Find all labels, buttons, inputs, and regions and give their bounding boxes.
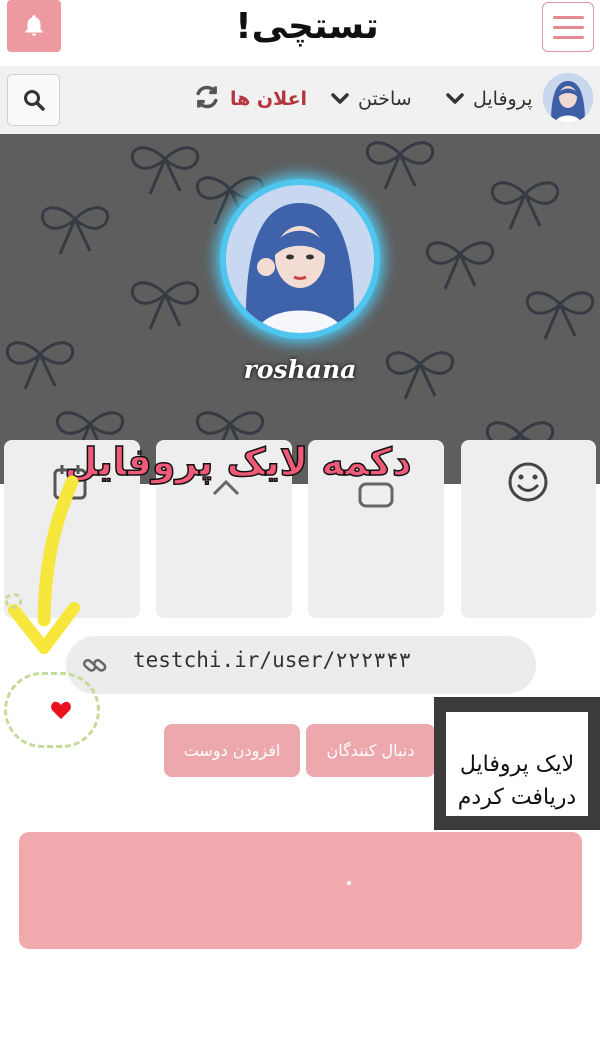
stat-card[interactable] bbox=[461, 440, 596, 618]
received-like-text: لایک پروفایل دریافت کردم bbox=[434, 748, 600, 814]
nav-profile[interactable]: پروفایل bbox=[445, 84, 533, 114]
top-header: تستچی! bbox=[0, 0, 600, 66]
hamburger-icon-line bbox=[553, 26, 584, 29]
nav-bar: اعلان ها ساختن پروفایل bbox=[0, 66, 600, 134]
followers-button[interactable]: دنبال کنندگان bbox=[306, 724, 435, 777]
profile-username: roshana bbox=[243, 355, 357, 384]
profile-link-text: testchi.ir/user/۲۲۲۳۴۳ bbox=[133, 648, 412, 672]
nav-build-label: ساختن bbox=[358, 88, 412, 110]
site-logo[interactable]: تستچی! bbox=[222, 2, 392, 50]
bell-icon bbox=[25, 15, 43, 36]
notifications-button[interactable] bbox=[7, 0, 61, 52]
profile-picture[interactable] bbox=[226, 185, 374, 333]
hamburger-icon-line bbox=[553, 36, 584, 39]
add-friend-button[interactable]: افزودن دوست bbox=[164, 724, 300, 777]
received-like-line2: دریافت کردم bbox=[457, 785, 577, 810]
nav-build[interactable]: ساختن bbox=[330, 84, 412, 114]
content-placeholder-block bbox=[19, 832, 582, 949]
received-like-line1: لایک پروفایل bbox=[459, 752, 575, 777]
heart-icon bbox=[51, 701, 71, 720]
smiley-icon bbox=[508, 462, 548, 502]
profile-picture-image bbox=[226, 185, 374, 333]
link-icon bbox=[83, 659, 107, 672]
nav-notifications-label: اعلان ها bbox=[230, 88, 308, 110]
hamburger-icon-line bbox=[553, 16, 584, 19]
search-icon bbox=[23, 90, 45, 111]
avatar-image bbox=[543, 73, 593, 123]
add-friend-label: افزودن دوست bbox=[183, 741, 281, 760]
refresh-button[interactable] bbox=[193, 83, 221, 113]
followers-label: دنبال کنندگان bbox=[326, 741, 415, 760]
refresh-icon bbox=[196, 85, 218, 109]
chevron-down-icon bbox=[331, 93, 349, 104]
nav-notifications[interactable]: اعلان ها bbox=[230, 84, 307, 114]
nav-profile-label: پروفایل bbox=[473, 88, 533, 110]
chevron-down-icon bbox=[446, 93, 464, 104]
profile-like-button[interactable] bbox=[50, 700, 72, 724]
placeholder-dot bbox=[347, 881, 351, 885]
search-button[interactable] bbox=[7, 74, 60, 126]
nav-avatar[interactable] bbox=[543, 73, 593, 123]
menu-button[interactable] bbox=[542, 2, 594, 52]
